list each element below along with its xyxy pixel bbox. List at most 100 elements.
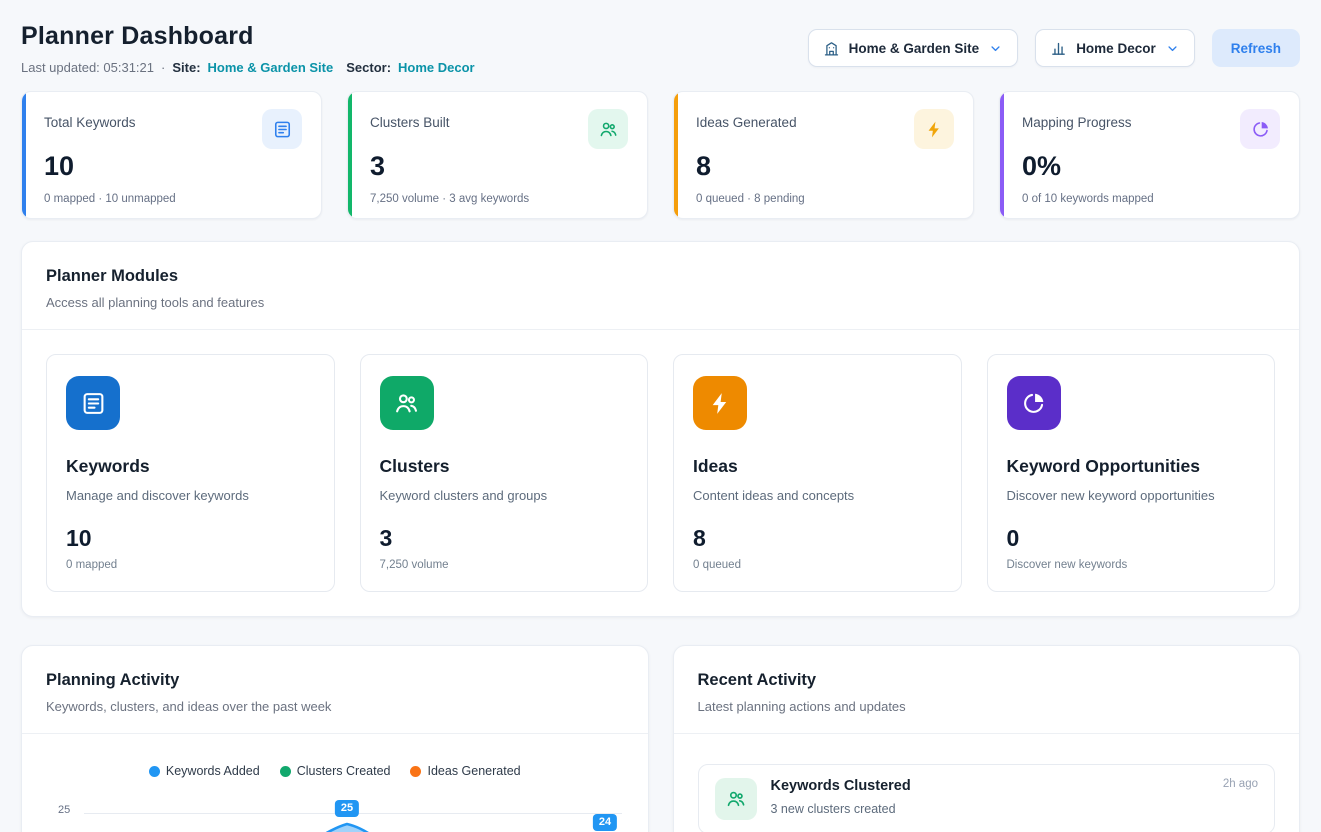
module-card-ideas[interactable]: Ideas Content ideas and concepts 8 0 que… <box>673 354 962 592</box>
stat-value: 10 <box>44 151 302 182</box>
site-selector-dropdown[interactable]: Home & Garden Site <box>808 29 1019 67</box>
modules-subtitle: Access all planning tools and features <box>46 295 1275 310</box>
stat-card-total-keywords: Total Keywords 10 0 mapped · 10 unmapped <box>21 91 322 219</box>
activity-chart: Keywords Added Clusters Created Ideas Ge… <box>22 734 648 832</box>
planner-dashboard-page: Planner Dashboard Last updated: 05:31:21… <box>0 0 1321 832</box>
legend-dot-blue <box>149 766 160 777</box>
activity-item-main: Keywords Clustered 2h ago 3 new clusters… <box>771 778 1259 816</box>
activity-item-title: Keywords Clustered <box>771 778 911 794</box>
stat-card-top: Clusters Built <box>370 109 628 149</box>
site-selector-label: Home & Garden Site <box>849 41 980 56</box>
header-controls: Home & Garden Site Home Decor Refresh <box>808 29 1300 67</box>
planning-activity-panel: Planning Activity Keywords, clusters, an… <box>21 645 649 832</box>
stat-card-mapping-progress: Mapping Progress 0% 0 of 10 keywords map… <box>999 91 1300 219</box>
modules-panel-head: Planner Modules Access all planning tool… <box>22 242 1299 329</box>
point-label-badge: 24 <box>593 814 617 831</box>
last-updated-text: Last updated: 05:31:21 <box>21 60 154 75</box>
stat-value: 3 <box>370 151 628 182</box>
pie-chart-icon <box>1007 376 1061 430</box>
sector-selector-label: Home Decor <box>1076 41 1156 56</box>
module-title: Ideas <box>693 456 942 477</box>
chevron-down-icon <box>988 41 1003 56</box>
legend-label: Clusters Created <box>297 764 391 778</box>
stat-card-clusters-built: Clusters Built 3 7,250 volume · 3 avg ke… <box>347 91 648 219</box>
users-icon <box>380 376 434 430</box>
bottom-row: Planning Activity Keywords, clusters, an… <box>21 645 1300 832</box>
stat-value: 0% <box>1022 151 1280 182</box>
recent-activity-list: Keywords Clustered 2h ago 3 new clusters… <box>674 734 1300 832</box>
stat-label: Clusters Built <box>370 109 450 130</box>
stat-label: Total Keywords <box>44 109 136 130</box>
bar-chart-icon <box>1050 40 1067 57</box>
chart-plot-area: 25 25 24 <box>46 790 624 832</box>
modules-title: Planner Modules <box>46 267 1275 286</box>
module-detail: 7,250 volume <box>380 559 629 571</box>
header-left: Planner Dashboard Last updated: 05:31:21… <box>21 22 475 75</box>
planning-activity-subtitle: Keywords, clusters, and ideas over the p… <box>46 699 624 714</box>
bolt-icon <box>914 109 954 149</box>
module-value: 10 <box>66 525 315 552</box>
stat-card-top: Total Keywords <box>44 109 302 149</box>
document-icon <box>262 109 302 149</box>
stat-card-top: Ideas Generated <box>696 109 954 149</box>
module-value: 8 <box>693 525 942 552</box>
meta-separator: · <box>161 60 165 75</box>
planning-activity-title: Planning Activity <box>46 671 624 690</box>
module-card-keyword-opportunities[interactable]: Keyword Opportunities Discover new keywo… <box>987 354 1276 592</box>
legend-label: Ideas Generated <box>427 764 520 778</box>
activity-title-row: Keywords Clustered 2h ago <box>771 778 1259 794</box>
refresh-button[interactable]: Refresh <box>1212 29 1300 67</box>
chart-legend: Keywords Added Clusters Created Ideas Ge… <box>46 764 624 778</box>
sector-link[interactable]: Home Decor <box>398 60 475 75</box>
planner-modules-panel: Planner Modules Access all planning tool… <box>21 241 1300 617</box>
users-icon <box>715 778 757 820</box>
module-value: 0 <box>1007 525 1256 552</box>
modules-grid: Keywords Manage and discover keywords 10… <box>22 330 1299 616</box>
module-description: Manage and discover keywords <box>66 488 315 503</box>
stat-detail: 7,250 volume · 3 avg keywords <box>370 193 628 205</box>
building-icon <box>823 40 840 57</box>
module-card-clusters[interactable]: Clusters Keyword clusters and groups 3 7… <box>360 354 649 592</box>
module-description: Content ideas and concepts <box>693 488 942 503</box>
legend-item-ideas-generated: Ideas Generated <box>410 764 520 778</box>
legend-dot-green <box>280 766 291 777</box>
pie-chart-icon <box>1240 109 1280 149</box>
module-title: Clusters <box>380 456 629 477</box>
stat-cards-row: Total Keywords 10 0 mapped · 10 unmapped… <box>21 91 1300 219</box>
module-detail: 0 queued <box>693 559 942 571</box>
module-description: Discover new keyword opportunities <box>1007 488 1256 503</box>
legend-item-keywords-added: Keywords Added <box>149 764 260 778</box>
stat-detail: 0 queued · 8 pending <box>696 193 954 205</box>
legend-label: Keywords Added <box>166 764 260 778</box>
stat-value: 8 <box>696 151 954 182</box>
document-icon <box>66 376 120 430</box>
planning-activity-head: Planning Activity Keywords, clusters, an… <box>22 646 648 733</box>
recent-activity-panel: Recent Activity Latest planning actions … <box>673 645 1301 832</box>
activity-item-description: 3 new clusters created <box>771 802 1259 816</box>
module-description: Keyword clusters and groups <box>380 488 629 503</box>
stat-card-top: Mapping Progress <box>1022 109 1280 149</box>
recent-activity-subtitle: Latest planning actions and updates <box>698 699 1276 714</box>
stat-detail: 0 of 10 keywords mapped <box>1022 193 1280 205</box>
bolt-icon <box>693 376 747 430</box>
recent-activity-title: Recent Activity <box>698 671 1276 690</box>
module-card-keywords[interactable]: Keywords Manage and discover keywords 10… <box>46 354 335 592</box>
module-detail: Discover new keywords <box>1007 559 1256 571</box>
stat-detail: 0 mapped · 10 unmapped <box>44 193 302 205</box>
activity-list-item: Keywords Clustered 2h ago 3 new clusters… <box>698 764 1276 832</box>
header: Planner Dashboard Last updated: 05:31:21… <box>21 22 1300 75</box>
module-title: Keywords <box>66 456 315 477</box>
module-value: 3 <box>380 525 629 552</box>
meta-line: Last updated: 05:31:21 · Site: Home & Ga… <box>21 60 475 75</box>
recent-activity-head: Recent Activity Latest planning actions … <box>674 646 1300 733</box>
activity-item-time: 2h ago <box>1223 778 1258 790</box>
point-label-badge: 25 <box>335 800 359 817</box>
stat-label: Ideas Generated <box>696 109 797 130</box>
y-axis-tick: 25 <box>58 804 70 816</box>
module-detail: 0 mapped <box>66 559 315 571</box>
sector-selector-dropdown[interactable]: Home Decor <box>1035 29 1195 67</box>
sector-label: Sector: <box>346 60 391 75</box>
module-title: Keyword Opportunities <box>1007 456 1256 477</box>
site-link[interactable]: Home & Garden Site <box>208 60 334 75</box>
stat-label: Mapping Progress <box>1022 109 1132 130</box>
